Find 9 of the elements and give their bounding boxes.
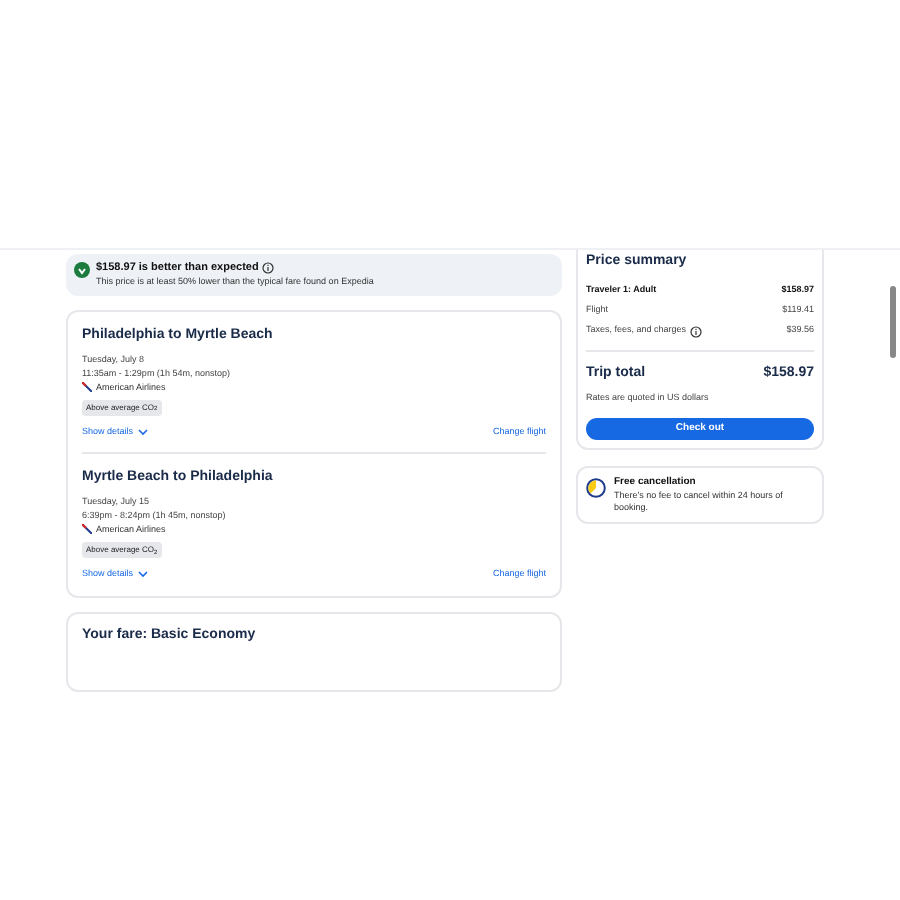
clock-icon [586, 477, 606, 498]
airline-logo-icon [82, 523, 92, 534]
info-icon [262, 262, 275, 275]
info-icon [690, 325, 703, 337]
chevron-down-icon [137, 427, 148, 436]
airline-logo-icon [82, 381, 92, 391]
chevron-down-icon [137, 570, 148, 579]
scrollbar-thumb [890, 286, 896, 358]
deal-icon [74, 262, 90, 278]
